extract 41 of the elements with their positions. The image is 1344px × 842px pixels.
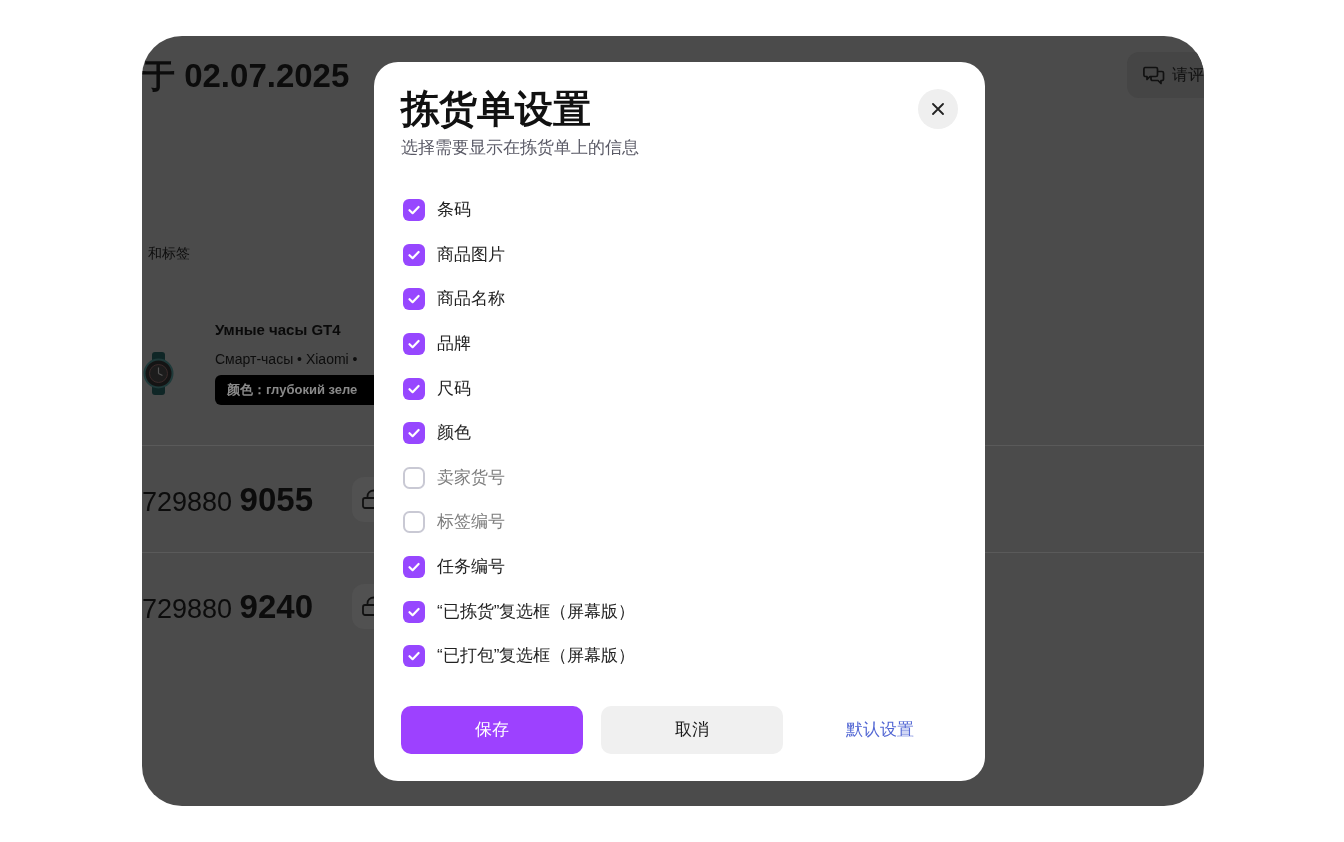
option-label[interactable]: 尺码 [437,377,471,400]
save-button[interactable]: 保存 [401,706,583,754]
checkbox[interactable] [403,645,425,668]
order-number: 729880 9240 [142,589,314,623]
option-label[interactable]: “已拣货”复选框（屏幕版） [437,600,636,623]
checkbox[interactable] [403,377,425,400]
checkbox[interactable] [403,333,425,356]
option-label[interactable]: 商品名称 [437,288,505,311]
checkbox[interactable] [403,466,425,489]
product-name: Умные часы GT4 [215,320,342,340]
dialog-subtitle: 选择需要显示在拣货单上的信息 [401,137,639,157]
cancel-button[interactable]: 取消 [601,706,783,754]
close-button[interactable] [918,89,958,129]
option-label[interactable]: 条码 [437,199,471,222]
default-settings-link[interactable]: 默认设置 [801,706,958,754]
chat-bubbles-icon [1143,65,1165,85]
lock-icon [362,489,374,509]
option-label[interactable]: 颜色 [437,422,471,445]
product-subtitle: Смарт-часы • Xiaomi • [215,350,359,369]
checkbox[interactable] [403,556,425,579]
lock-icon [362,596,374,616]
checkbox[interactable] [403,422,425,445]
option-label[interactable]: 标签编号 [437,511,505,534]
checkbox[interactable] [403,511,425,534]
checkbox[interactable] [403,600,425,623]
checkbox[interactable] [403,288,425,311]
option-label[interactable]: “已打包”复选框（屏幕版） [437,645,636,668]
page-title: 于 02.07.2025 [142,58,350,92]
option-label[interactable]: 品牌 [437,333,471,356]
color-tag: 颜色：глубокий зеле [215,375,374,405]
order-number: 729880 9055 [142,482,314,516]
checkbox[interactable] [403,199,425,222]
section-label: 和标签 [148,245,190,263]
option-label[interactable]: 任务编号 [437,556,505,579]
close-icon [932,103,944,115]
dialog-title: 拣货单设置 [401,89,592,129]
icon-button[interactable] [352,583,374,629]
icon-button[interactable] [352,476,374,522]
option-label[interactable]: 卖家货号 [437,466,505,489]
option-label[interactable]: 商品图片 [437,243,505,266]
checkbox[interactable] [403,243,425,266]
